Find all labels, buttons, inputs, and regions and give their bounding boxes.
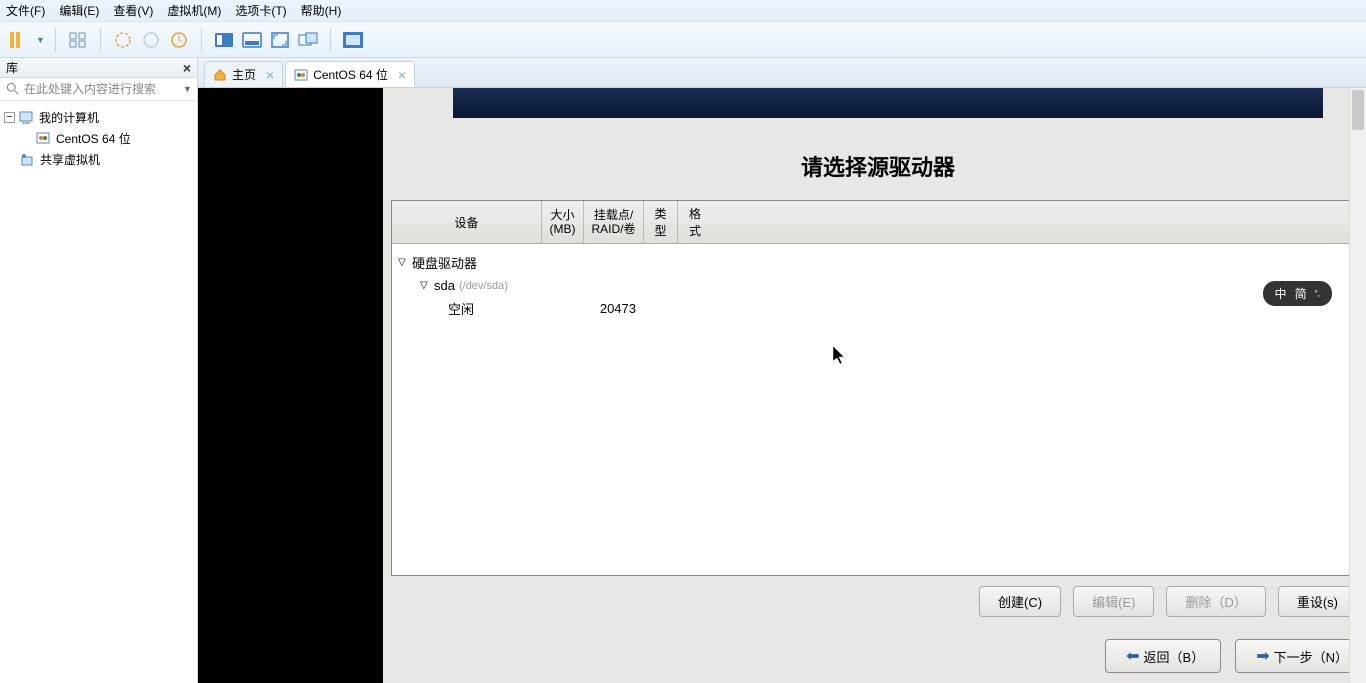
- edit-button: 编辑(E): [1073, 586, 1154, 617]
- harddrives-label: 硬盘驱动器: [412, 253, 477, 272]
- sda-label: sda: [434, 278, 455, 293]
- console-view-button[interactable]: [212, 28, 236, 52]
- menu-bar: 文件(F) 编辑(E) 查看(V) 虚拟机(M) 选项卡(T) 帮助(H): [0, 0, 1366, 22]
- ime-lang: 中: [1275, 285, 1287, 302]
- unity-button[interactable]: [240, 28, 264, 52]
- home-icon: [213, 68, 227, 82]
- tree-sda[interactable]: ▽ sda (/dev/sda): [392, 275, 1364, 296]
- sda-path: (/dev/sda): [459, 280, 508, 292]
- create-button[interactable]: 创建(C): [979, 586, 1061, 617]
- installer-title: 请选择源驱动器: [391, 128, 1365, 200]
- arrow-left-icon: ⬅: [1126, 646, 1139, 666]
- stretch-button[interactable]: [341, 28, 365, 52]
- tree-root-label: 我的计算机: [39, 109, 99, 126]
- menu-tabs[interactable]: 选项卡(T): [235, 2, 286, 19]
- snapshot-button[interactable]: [167, 28, 191, 52]
- content-area: 主页 × CentOS 64 位 × 请选择源驱动器 设备 大小(MB): [198, 58, 1366, 683]
- fullscreen-button[interactable]: [268, 28, 292, 52]
- installer-banner: [453, 88, 1323, 118]
- partition-buttons: 创建(C) 编辑(E) 删除（D） 重设(s): [391, 576, 1365, 627]
- collapse-icon[interactable]: −: [4, 112, 15, 123]
- tab-bar: 主页 × CentOS 64 位 ×: [198, 58, 1366, 88]
- menu-file[interactable]: 文件(F): [6, 2, 45, 19]
- col-format[interactable]: 格式: [678, 201, 712, 243]
- search-dropdown-icon[interactable]: ▼: [183, 84, 192, 94]
- menu-view[interactable]: 查看(V): [113, 2, 153, 19]
- library-sidebar: 库 × ▼ − 我的计算机 CentOS 64 位 共享虚拟机: [0, 58, 198, 683]
- reset-button[interactable]: 重设(s): [1278, 586, 1357, 617]
- guest-installer: 请选择源驱动器 设备 大小(MB) 挂载点/RAID/卷 类型 格式 ▽: [383, 88, 1366, 683]
- tree-shared-vms[interactable]: 共享虚拟机: [4, 149, 193, 170]
- vertical-scrollbar[interactable]: [1349, 88, 1366, 683]
- ime-indicator[interactable]: 中 简 °,: [1263, 281, 1332, 306]
- thumbnails-button[interactable]: [66, 28, 90, 52]
- tab-centos-label: CentOS 64 位: [313, 66, 388, 83]
- next-button[interactable]: ➡下一步（N）: [1235, 639, 1365, 673]
- back-button[interactable]: ⬅返回（B）: [1105, 639, 1221, 673]
- tree-root-mycomputer[interactable]: − 我的计算机: [4, 107, 193, 128]
- library-tree: − 我的计算机 CentOS 64 位 共享虚拟机: [0, 101, 197, 176]
- search-icon: [6, 82, 20, 96]
- menu-vm[interactable]: 虚拟机(M): [167, 2, 221, 19]
- delete-button: 删除（D）: [1166, 586, 1265, 617]
- col-type[interactable]: 类型: [644, 201, 678, 243]
- tab-close-icon[interactable]: ×: [266, 67, 274, 83]
- tab-centos[interactable]: CentOS 64 位 ×: [285, 61, 415, 87]
- library-header: 库 ×: [0, 58, 197, 78]
- ime-extra: °,: [1315, 289, 1320, 298]
- tab-home[interactable]: 主页 ×: [204, 61, 283, 87]
- suspend-button[interactable]: [139, 28, 163, 52]
- tree-vm-label: CentOS 64 位: [56, 130, 131, 147]
- tree-harddrives[interactable]: ▽ 硬盘驱动器: [392, 250, 1364, 275]
- toolbar: ▼: [0, 22, 1366, 58]
- expand-icon[interactable]: ▽: [398, 257, 408, 268]
- expand-icon[interactable]: ▽: [420, 280, 430, 291]
- vm-tab-icon: [294, 68, 308, 82]
- computer-icon: [19, 110, 35, 126]
- vm-icon: [36, 131, 52, 147]
- shared-icon: [20, 152, 36, 168]
- menu-edit[interactable]: 编辑(E): [59, 2, 99, 19]
- tree-vm-centos[interactable]: CentOS 64 位: [4, 128, 193, 149]
- tab-close-icon[interactable]: ×: [398, 67, 406, 83]
- partition-table-header: 设备 大小(MB) 挂载点/RAID/卷 类型 格式: [392, 201, 1364, 244]
- col-mount[interactable]: 挂载点/RAID/卷: [584, 201, 644, 243]
- close-icon[interactable]: ×: [183, 60, 191, 76]
- menu-help[interactable]: 帮助(H): [301, 2, 342, 19]
- free-size: 20473: [598, 301, 640, 316]
- multimonitor-button[interactable]: [296, 28, 320, 52]
- free-label: 空闲: [448, 299, 474, 318]
- col-size[interactable]: 大小(MB): [542, 201, 584, 243]
- scrollbar-thumb[interactable]: [1352, 90, 1364, 130]
- partition-table-body: ▽ 硬盘驱动器 ▽ sda (/dev/sda) 空闲 20473: [392, 244, 1364, 575]
- dropdown-icon[interactable]: ▼: [36, 35, 45, 45]
- tree-shared-label: 共享虚拟机: [40, 151, 100, 168]
- library-toggle-button[interactable]: [6, 28, 30, 52]
- power-on-button[interactable]: [111, 28, 135, 52]
- ime-mode: 简: [1295, 285, 1307, 302]
- tab-home-label: 主页: [232, 66, 256, 83]
- search-input[interactable]: [24, 82, 179, 96]
- search-row: ▼: [0, 78, 197, 101]
- col-device[interactable]: 设备: [392, 201, 542, 243]
- vm-console[interactable]: 请选择源驱动器 设备 大小(MB) 挂载点/RAID/卷 类型 格式 ▽: [198, 88, 1366, 683]
- arrow-right-icon: ➡: [1256, 646, 1269, 666]
- tree-free[interactable]: 空闲 20473: [392, 296, 1364, 321]
- library-title: 库: [6, 59, 18, 76]
- wizard-nav: ⬅返回（B） ➡下一步（N）: [383, 627, 1366, 683]
